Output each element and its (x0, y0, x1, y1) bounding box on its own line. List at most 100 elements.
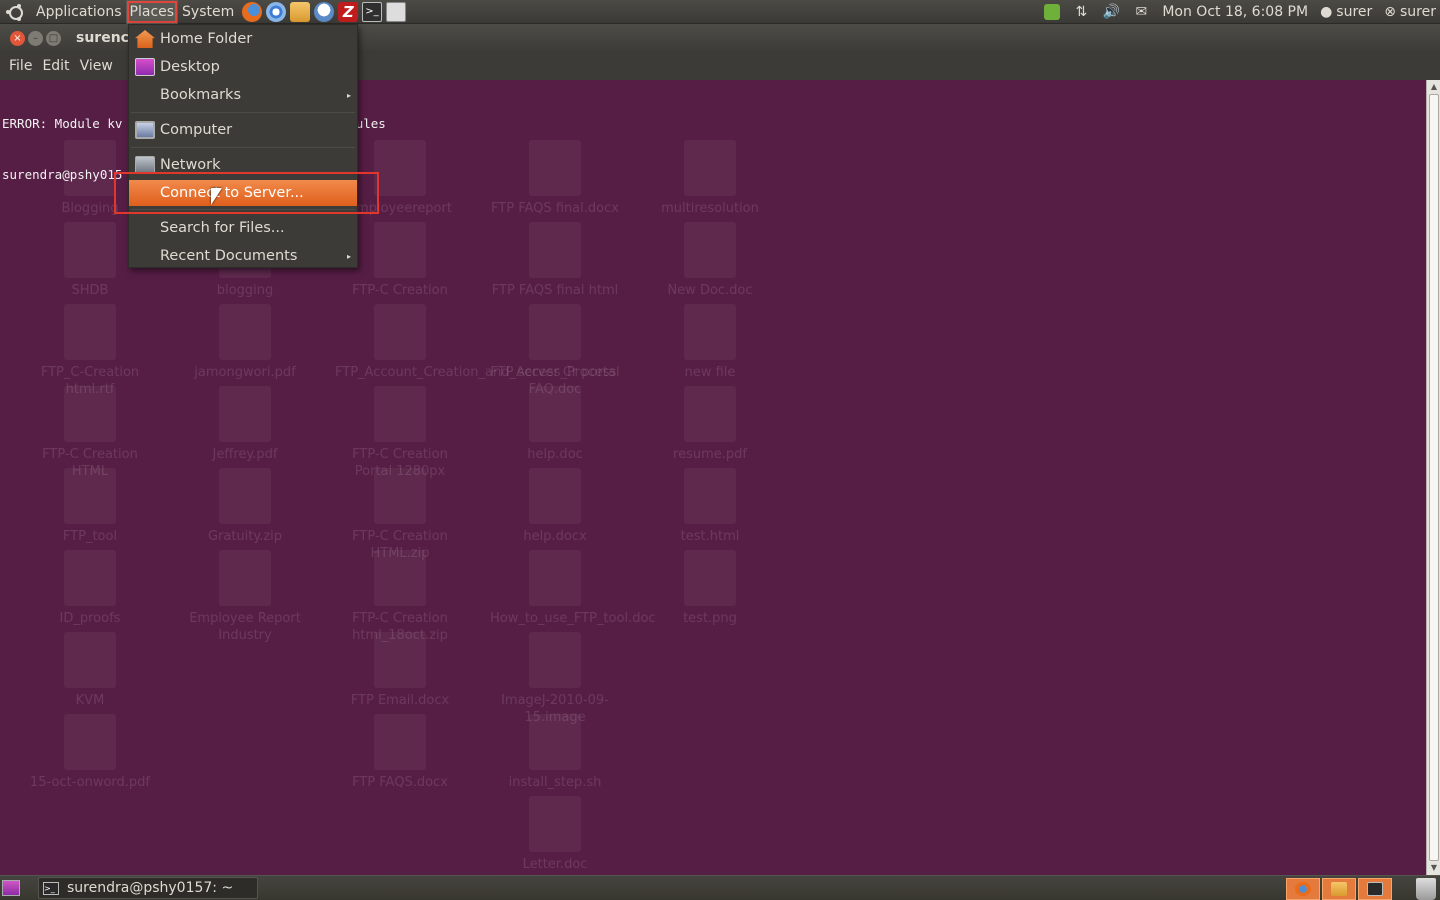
desktop-icon-label: FTP_tool (62, 529, 118, 544)
volume-icon[interactable]: 🔊 (1102, 3, 1120, 21)
desktop-icon-label: ID_proofs (59, 611, 121, 626)
file-icon (374, 386, 426, 442)
desktop-icon-ghost: FTP_Account_Creation_and_Access_Process (335, 304, 617, 381)
file-icon (684, 550, 736, 606)
desktop-icon-label: How_to_use_FTP_tool.doc (490, 611, 656, 626)
file-icon (684, 140, 736, 196)
file-manager-launcher-icon[interactable] (290, 1, 311, 22)
desktop-icon-ghost: help.doc (490, 386, 620, 463)
desktop-icon-ghost: help.docx (490, 468, 620, 545)
ubuntu-logo-icon[interactable] (6, 3, 24, 21)
file-icon (374, 304, 426, 360)
session-user-label: surer (1400, 4, 1436, 20)
desktop-icon-label: test.html (680, 529, 740, 544)
desktop-icon-label: Jeffrey.pdf (212, 447, 278, 462)
terminal-title: surenc (76, 30, 129, 46)
desktop-icon-label: Gratuity.zip (207, 529, 283, 544)
desktop-icon-label: multiresolution (661, 201, 759, 216)
desktop-icon-ghost: resume.pdf (645, 386, 775, 463)
desktop-icon-label: 15-oct-onword.pdf (30, 775, 150, 790)
scroll-thumb[interactable] (1429, 94, 1439, 861)
clock[interactable]: Mon Oct 18, 6:08 PM (1162, 4, 1308, 20)
firefox-launcher-icon[interactable] (242, 1, 263, 22)
menu-item-desktop[interactable]: Desktop (129, 54, 357, 80)
file-manager-task-icon[interactable] (1322, 877, 1356, 900)
terminal-task-icon[interactable] (1358, 877, 1392, 900)
minimize-window-icon[interactable]: – (28, 30, 43, 46)
desktop-icon-label: FTP FAQS final html (491, 283, 619, 298)
file-icon (219, 304, 271, 360)
desktop-icon-ghost: 15-oct-onword.pdf (25, 714, 155, 791)
scroll-up-icon[interactable]: ▲ (1427, 80, 1440, 94)
desktop-icon-ghost: Employee Report Industry (180, 550, 310, 644)
mouse-pointer-icon (211, 188, 222, 205)
file-icon (64, 714, 116, 770)
places-dropdown-menu: Home Folder Desktop Bookmarks ▸ Computer… (128, 24, 358, 268)
desktop-icon-ghost: jamongwori.pdf (180, 304, 310, 381)
terminal-scrollbar[interactable]: ▲ ▼ (1426, 80, 1440, 875)
taskbar-terminal-button[interactable]: >_ surendra@pshy0157: ~ (38, 877, 258, 899)
menu-item-recent-documents[interactable]: Recent Documents ▸ (129, 243, 357, 269)
trash-icon[interactable] (1416, 877, 1436, 900)
maximize-window-icon[interactable]: □ (46, 30, 61, 46)
chat-status-menu[interactable]: ● surer (1320, 4, 1372, 20)
network-status-icon[interactable] (1044, 4, 1061, 20)
desktop-icon-label: help.doc (527, 447, 583, 462)
file-icon (64, 468, 116, 524)
pidgin-launcher-icon[interactable] (314, 1, 335, 22)
menu-item-home-folder[interactable]: Home Folder (129, 26, 357, 52)
desktop-icon (135, 58, 155, 76)
desktop-icon-label: Letter.doc (522, 857, 588, 872)
file-icon (529, 468, 581, 524)
bottom-panel-right (1286, 876, 1440, 900)
terminal-launcher-icon[interactable]: >_ (362, 1, 383, 22)
close-window-icon[interactable]: × (10, 30, 25, 46)
menu-item-bookmarks[interactable]: Bookmarks ▸ (129, 82, 357, 108)
file-icon (64, 304, 116, 360)
file-icon (684, 386, 736, 442)
desktop-icon-ghost: ImageJ-2010-09-15.image (490, 632, 620, 726)
desktop-icon-ghost: FTP-C Creation HTML.zip (335, 468, 465, 562)
desktop-icon-label: blogging (216, 283, 274, 298)
file-icon (64, 140, 116, 196)
system-menu[interactable]: System (178, 0, 238, 24)
mail-icon[interactable]: ✉ (1132, 3, 1150, 21)
session-menu[interactable]: ⊗ surer (1384, 4, 1436, 20)
file-icon (529, 222, 581, 278)
desktop-icon-label: FTP_Account_Creation_and_Access_Process (335, 365, 617, 380)
desktop-icon-ghost: FTP server Cr portal FAQ.doc (490, 304, 620, 398)
applications-menu[interactable]: Applications (32, 0, 126, 24)
terminal-menu-view[interactable]: View (75, 58, 118, 74)
chromium-launcher-icon[interactable] (266, 1, 287, 22)
terminal-icon: >_ (43, 881, 59, 895)
desktop-icon-label: new file (684, 365, 736, 380)
places-menu-button[interactable]: Places (125, 0, 179, 24)
screenshot-launcher-icon[interactable] (386, 1, 407, 22)
filezilla-launcher-icon[interactable]: Z (338, 1, 359, 22)
menu-item-search-for-files[interactable]: Search for Files... (129, 215, 357, 241)
desktop-icon-ghost: FTP FAQS final html (490, 222, 620, 299)
file-icon (374, 632, 426, 688)
firefox-task-icon[interactable] (1286, 877, 1320, 900)
menu-item-computer[interactable]: Computer (129, 117, 357, 143)
desktop-icon-label: Employee Report Industry (189, 611, 301, 643)
file-icon (529, 140, 581, 196)
transfer-arrows-icon[interactable]: ⇅ (1072, 3, 1090, 21)
scroll-down-icon[interactable]: ▼ (1427, 861, 1440, 875)
computer-icon (135, 121, 155, 139)
desktop-icon-ghost: Letter.doc (490, 796, 620, 873)
desktop-icon-ghost: test.html (645, 468, 775, 545)
show-desktop-icon[interactable] (2, 880, 20, 896)
desktop-icon-label: install_step.sh (508, 775, 602, 790)
terminal-menu-edit[interactable]: Edit (37, 58, 74, 74)
terminal-menu-file[interactable]: File (4, 58, 37, 74)
file-icon (64, 222, 116, 278)
file-icon (374, 468, 426, 524)
desktop-icon-label: FTP FAQS.docx (352, 775, 448, 790)
desktop-icon-ghost: FTP_tool (25, 468, 155, 545)
desktop-icon-label: New Doc.doc (667, 283, 753, 298)
chat-user-label: surer (1336, 4, 1373, 20)
desktop-icon-ghost: KVM (25, 632, 155, 709)
desktop-icon-ghost: FTP-C Creation Portal 1280px (335, 386, 465, 480)
file-icon (529, 550, 581, 606)
